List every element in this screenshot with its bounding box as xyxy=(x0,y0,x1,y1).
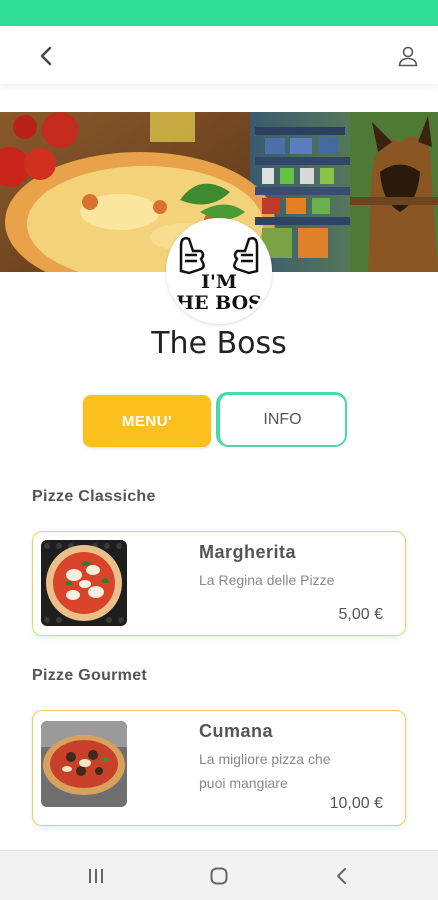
section-title-gourmet: Pizze Gourmet xyxy=(32,667,148,684)
menu-item-price: 5,00 € xyxy=(338,606,383,623)
menu-item-card[interactable]: Cumana La migliore pizza che puoi mangia… xyxy=(32,710,406,826)
logo-text-top: I'M xyxy=(201,271,237,293)
back-button[interactable] xyxy=(30,40,62,72)
home-icon xyxy=(210,867,228,885)
recents-icon xyxy=(89,869,103,883)
restaurant-logo: I'M HE BOS xyxy=(166,218,272,324)
back-icon xyxy=(337,868,346,884)
recents-button[interactable] xyxy=(82,863,110,889)
system-navigation-bar xyxy=(0,850,438,900)
menu-item-description: La Regina delle Pizze xyxy=(199,572,335,588)
home-button[interactable] xyxy=(205,863,233,889)
menu-item-card[interactable]: Margherita La Regina delle Pizze 5,00 € xyxy=(32,531,406,636)
menu-item-name: Margherita xyxy=(199,542,297,562)
tab-info[interactable]: INFO xyxy=(216,392,347,447)
system-back-button[interactable] xyxy=(327,863,355,889)
tab-menu[interactable]: MENU' xyxy=(83,395,211,447)
menu-item-name: Cumana xyxy=(199,721,274,741)
logo-text-bottom: HE BOS xyxy=(176,292,262,314)
status-bar xyxy=(0,0,438,26)
menu-item-photo xyxy=(41,721,127,807)
chevron-left-icon xyxy=(40,46,52,66)
restaurant-name: The Boss xyxy=(151,326,287,361)
menu-item-photo xyxy=(41,540,127,626)
menu-item-price: 10,00 € xyxy=(329,795,383,812)
section-title-classiche: Pizze Classiche xyxy=(32,488,156,505)
user-profile-button[interactable] xyxy=(392,40,424,72)
user-icon xyxy=(398,46,418,67)
top-app-bar xyxy=(0,26,438,84)
menu-item-description: La migliore pizza che puoi mangiare xyxy=(199,751,331,791)
